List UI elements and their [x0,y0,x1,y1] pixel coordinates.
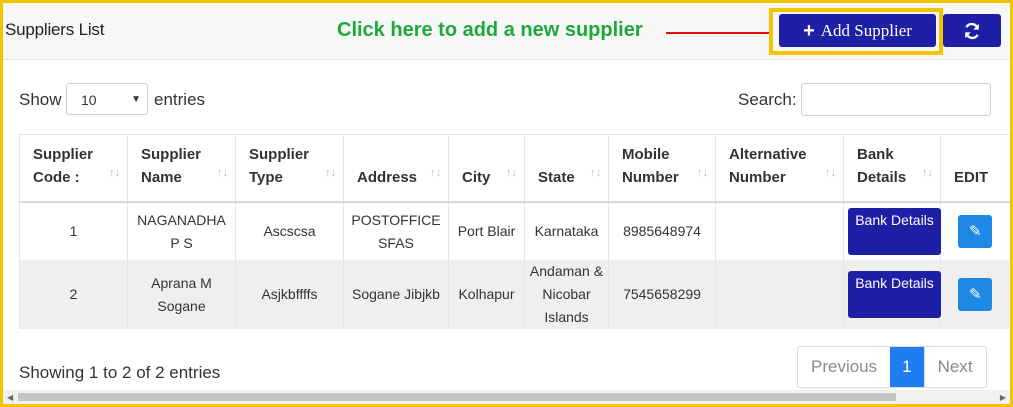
sort-icon: ↑↓ [217,167,228,179]
cell-state: Karnataka [524,202,609,260]
sort-icon: ↑↓ [922,167,933,179]
refresh-button[interactable] [943,14,1001,47]
cell-address: Sogane Jibjkb [343,260,449,329]
next-page-button[interactable]: Next [923,347,986,387]
pencil-icon: ✎ [968,286,982,303]
column-label: Supplier Name [141,146,202,186]
column-header-edit[interactable]: EDIT [940,134,1010,203]
cell-bank-details: Bank Details [843,202,941,260]
column-label: Mobile Number [622,146,679,186]
search-label: Search: [738,90,797,109]
column-label: State [538,169,575,186]
cell-supplier-type: Ascscsa [235,202,344,260]
bank-details-button[interactable]: Bank Details [848,271,941,318]
bank-details-button[interactable]: Bank Details [848,208,941,255]
refresh-icon [965,22,979,39]
cell-alternative-number [715,202,844,260]
search-input[interactable] [801,83,991,116]
sort-icon: ↑↓ [430,167,441,179]
cell-supplier-name: NAGANADHA P S [127,202,236,260]
column-header-bank-details[interactable]: Bank Details ↑↓ [843,134,941,203]
column-header-supplier-name[interactable]: Supplier Name ↑↓ [127,134,236,203]
column-header-supplier-code[interactable]: Supplier Code : ↑↓ [19,134,128,203]
column-label: Bank Details [857,146,907,186]
column-label: Supplier Code : [33,146,94,186]
cell-mobile-number: 7545658299 [608,260,716,329]
column-label: City [462,169,491,186]
table-header-row: Supplier Code : ↑↓ Supplier Name ↑↓ Suppli… [19,134,1010,203]
cell-supplier-type: Asjkbffffs [235,260,344,329]
cell-city: Kolhapur [448,260,525,329]
cell-alternative-number [715,260,844,329]
scroll-left-icon[interactable]: ◀ [7,393,13,402]
callout-arrow-line [666,32,771,34]
page-title: Suppliers List [5,20,105,39]
column-header-address[interactable]: Address ↑↓ [343,134,449,203]
edit-button[interactable]: ✎ [958,215,993,248]
cell-edit: ✎ [940,202,1010,260]
table-row: 2 Aprana M Sogane Asjkbffffs Sogane Jibj… [19,260,1010,329]
page-1-button[interactable]: 1 [890,347,924,387]
cell-supplier-code: 1 [19,202,128,260]
column-label: Supplier Type [249,146,310,186]
page-size-select[interactable]: 10 ▼ [66,83,148,115]
add-supplier-label: Add Supplier [820,20,912,40]
page-size-value: 10 [81,92,97,108]
pencil-icon: ✎ [968,223,982,240]
sort-icon: ↑↓ [506,167,517,179]
show-label: Show [19,90,62,109]
column-header-supplier-type[interactable]: Supplier Type ↑↓ [235,134,344,203]
table-info: Showing 1 to 2 of 2 entries [19,363,221,382]
column-label: EDIT [954,169,989,186]
pagination: Previous 1 Next [797,346,987,388]
sort-icon: ↑↓ [825,167,836,179]
cell-city: Port Blair [448,202,525,260]
cell-edit: ✎ [940,260,1010,329]
column-header-city[interactable]: City ↑↓ [448,134,525,203]
horizontal-scrollbar[interactable]: ◀ ▶ [3,390,1010,404]
sort-icon: ↑↓ [109,167,120,179]
suppliers-table: Supplier Code : ↑↓ Supplier Name ↑↓ Suppli… [19,134,1010,329]
add-supplier-button[interactable]: + Add Supplier [779,14,936,47]
cell-supplier-name: Aprana M Sogane [127,260,236,329]
sort-icon: ↑↓ [590,167,601,179]
sort-icon: ↑↓ [325,167,336,179]
cell-mobile-number: 8985648974 [608,202,716,260]
previous-page-button[interactable]: Previous [798,347,890,387]
cell-bank-details: Bank Details [843,260,941,329]
sort-icon: ↑↓ [697,167,708,179]
table-row: 1 NAGANADHA P S Ascscsa POSTOFFICE SFAS … [19,202,1010,260]
cell-address: POSTOFFICE SFAS [343,202,449,260]
column-header-mobile-number[interactable]: Mobile Number ↑↓ [608,134,716,203]
scroll-right-icon[interactable]: ▶ [1000,393,1006,402]
cell-supplier-code: 2 [19,260,128,329]
column-label: Address [357,169,418,186]
chevron-down-icon: ▼ [131,94,141,105]
column-header-state[interactable]: State ↑↓ [524,134,609,203]
cell-state: Andaman & Nicobar Islands [524,260,609,329]
entries-label: entries [154,90,206,109]
add-supplier-callout: Click here to add a new supplier [337,19,643,41]
edit-button[interactable]: ✎ [958,278,993,311]
column-label: Alternative Number [729,146,807,186]
scrollbar-thumb[interactable] [18,393,896,401]
column-header-alternative-number[interactable]: Alternative Number ↑↓ [715,134,844,203]
plus-icon: + [803,19,815,42]
